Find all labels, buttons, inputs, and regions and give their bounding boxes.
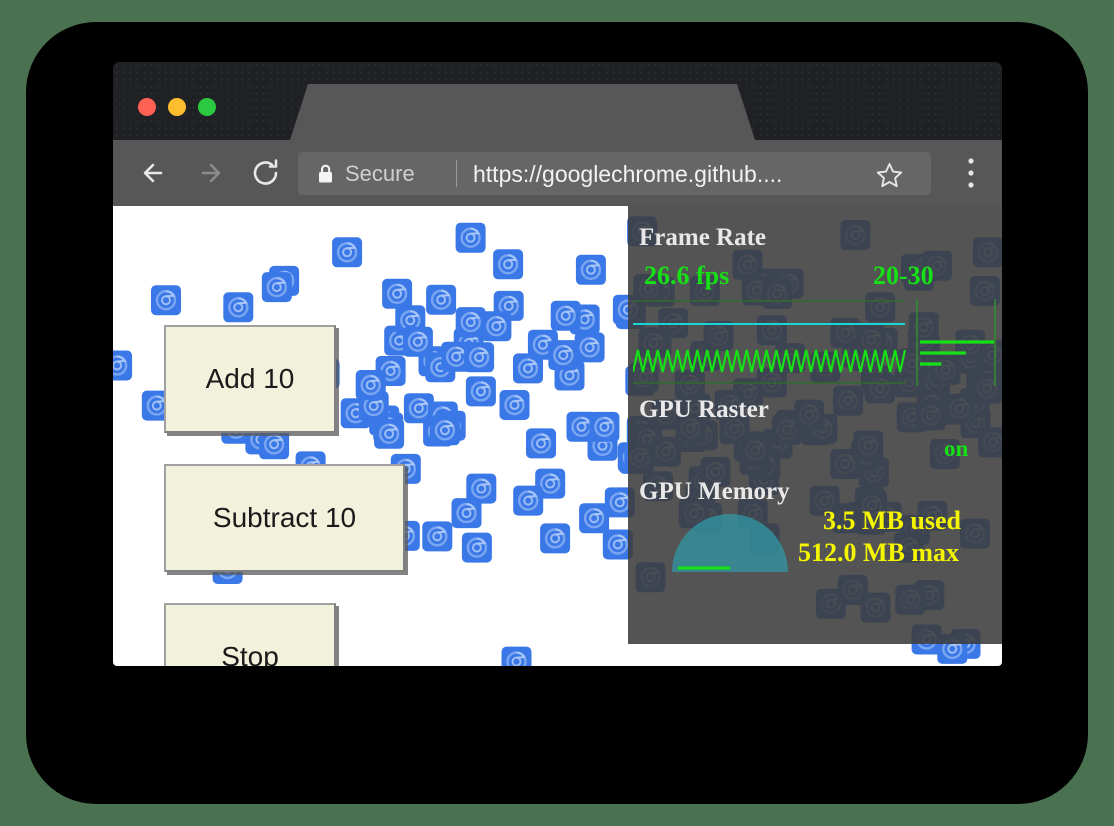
divider [456,160,457,187]
chrome-logo-sprite [113,351,132,381]
stop-button[interactable]: Stop [164,603,336,666]
chrome-logo-sprite [589,412,619,442]
chrome-logo-sprite [579,503,609,533]
arrow-left-icon[interactable] [135,154,173,192]
lock-closed-icon [318,164,333,183]
window-maximize-button[interactable] [198,98,216,116]
page-viewport: Add 10 Subtract 10 Stop Frame Rate 26.6 … [113,206,1002,666]
chrome-logo-sprite [540,523,570,553]
chrome-logo-sprite [456,307,486,337]
chrome-logo-sprite [513,486,543,516]
chrome-logo-sprite [466,376,496,406]
chrome-logo-sprite [259,429,289,459]
arrow-right-icon[interactable] [191,154,229,192]
chrome-logo-sprite [576,255,606,285]
address-bar[interactable]: Secure https://googlechrome.github.... [298,152,931,195]
performance-hud-overlay: Frame Rate 26.6 fps 20-30 GPU Raster on … [628,206,1002,644]
chrome-logo-sprite [422,521,452,551]
chrome-logo-sprite [452,498,482,528]
gpu-raster-value: on [944,436,968,462]
chrome-logo-sprite [464,342,494,372]
chrome-logo-sprite [493,249,523,279]
gpu-memory-gauge [668,506,792,578]
chrome-logo-sprite [456,223,486,253]
chrome-logo-sprite [551,301,581,331]
tab-janky-animation[interactable] [290,84,755,140]
chrome-logo-sprite [502,647,532,666]
security-status-label: Secure [345,162,415,186]
chrome-logo-sprite [356,370,386,400]
window-minimize-button[interactable] [168,98,186,116]
frame-rate-chart [633,298,997,386]
chrome-logo-sprite [382,279,412,309]
chrome-logo-sprite [481,311,511,341]
chrome-logo-sprite [374,419,404,449]
chrome-logo-sprite [426,285,456,315]
chrome-logo-sprite [500,390,530,420]
tab-strip [113,62,1002,140]
chrome-logo-sprite [575,332,605,362]
gpu-memory-title: GPU Memory [639,478,790,506]
chrome-logo-sprite [403,327,433,357]
chrome-logo-sprite [332,237,362,267]
chrome-logo-sprite [462,533,492,563]
frame-rate-title: Frame Rate [639,224,766,252]
chrome-logo-sprite [262,272,292,302]
browser-toolbar: Secure https://googlechrome.github.... [113,140,1002,206]
chrome-logo-sprite [430,415,460,445]
chrome-logo-sprite [548,340,578,370]
chrome-logo-sprite [526,428,556,458]
add-10-button[interactable]: Add 10 [164,325,336,433]
frame-rate-value: 26.6 fps [644,261,729,291]
star-outline-icon[interactable] [876,162,903,188]
gpu-memory-max: 512.0 MB max [798,538,959,568]
reload-icon[interactable] [247,154,285,192]
frame-rate-range: 20-30 [873,261,934,291]
subtract-10-button[interactable]: Subtract 10 [164,464,405,572]
browser-window: Janky Animation ✕ [113,62,1002,666]
gpu-memory-used: 3.5 MB used [823,506,961,536]
url-text[interactable]: https://googlechrome.github.... [473,161,782,187]
chrome-logo-sprite [151,285,181,315]
chrome-logo-sprite [223,292,253,322]
three-dots-vertical-icon[interactable] [958,156,984,190]
window-close-button[interactable] [138,98,156,116]
gpu-raster-title: GPU Raster [639,396,769,424]
